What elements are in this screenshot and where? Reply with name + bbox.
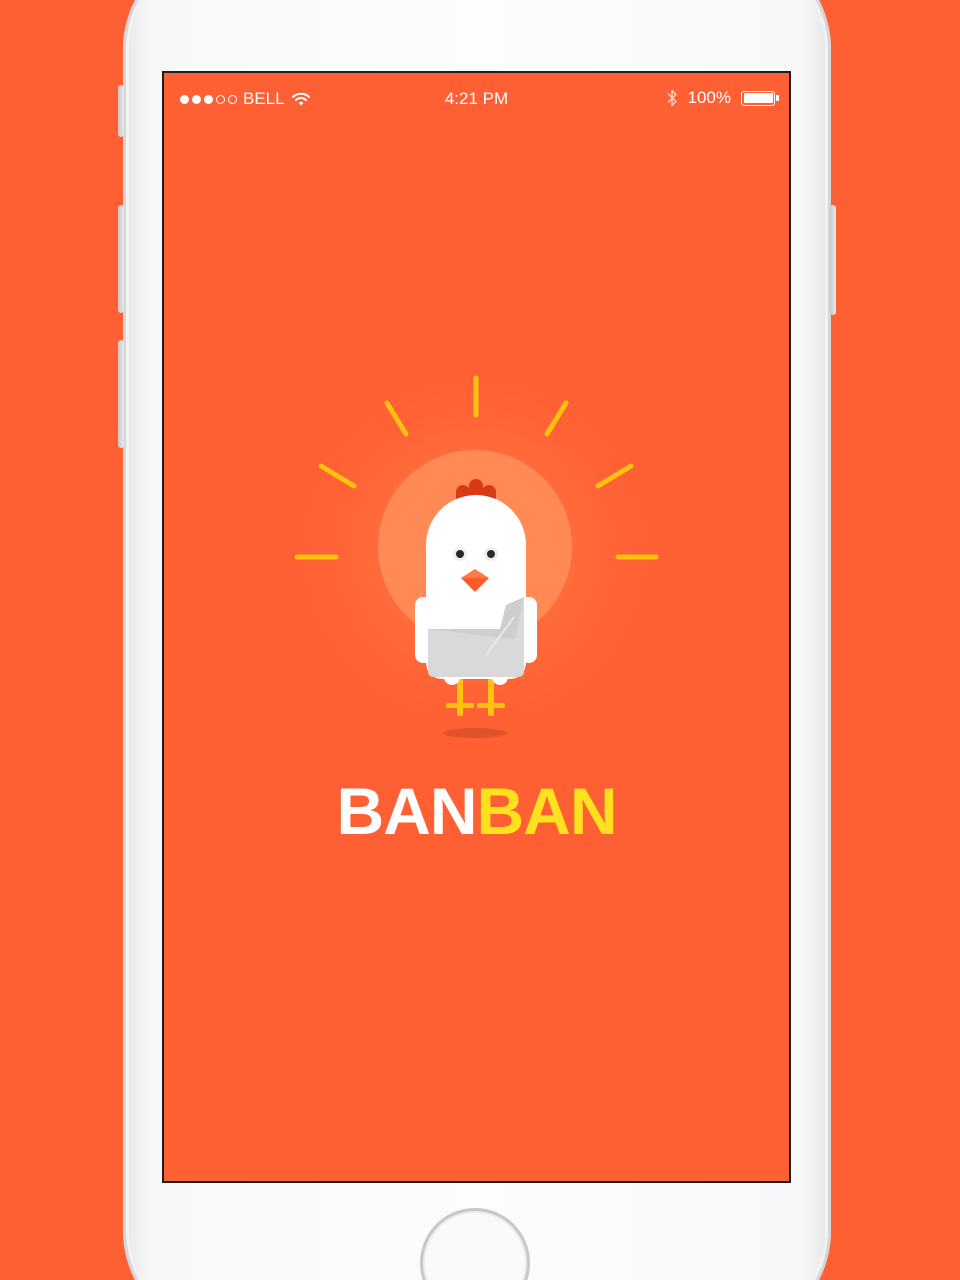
app-logo: BANBAN (164, 778, 789, 844)
logo-word-white: BAN (336, 774, 478, 848)
mascot-shadow (443, 728, 507, 738)
mute-switch (118, 85, 124, 137)
chicken-mascot (285, 361, 665, 741)
volume-down-button (118, 340, 124, 448)
app-screen: BELL 4:21 PM 100% BANBAN (162, 71, 791, 1183)
power-button (830, 205, 836, 315)
logo-word-yellow: BAN (476, 774, 618, 848)
volume-up-button (118, 205, 124, 313)
device-mockup: BELL 4:21 PM 100% BANBAN (0, 0, 960, 1280)
